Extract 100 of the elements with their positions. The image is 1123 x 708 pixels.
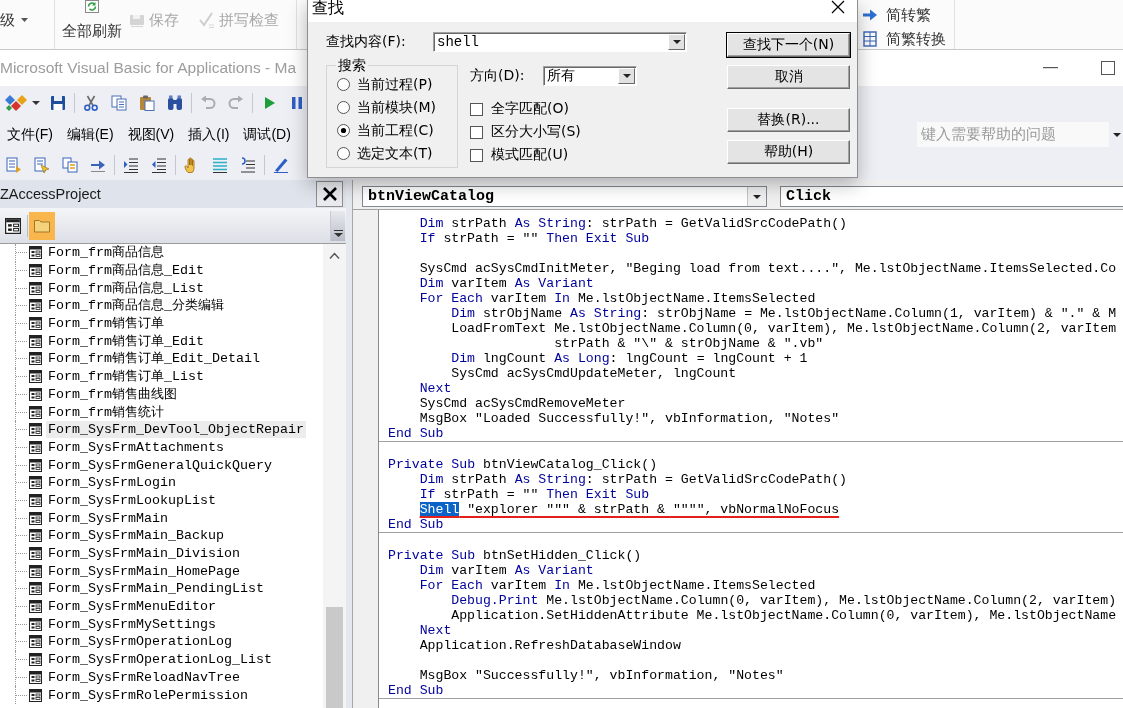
tree-item[interactable]: Form_frm销售订单_List	[46, 368, 206, 386]
radio-option[interactable]: 选定文本(T)	[337, 142, 457, 165]
list-pointer-icon[interactable]	[34, 157, 50, 173]
code-line: Shell "explorer """ & strPath & """", vbNormalNoFocus	[419, 502, 840, 517]
caret-icon[interactable]	[31, 100, 40, 105]
indent-icon[interactable]	[123, 157, 139, 173]
refresh-all-button[interactable]: 全部刷新	[61, 0, 123, 40]
tree-item[interactable]: Form_frm商品信息_List	[46, 279, 206, 297]
convert-button[interactable]: 简繁转换	[862, 30, 946, 48]
tree-item[interactable]: Form_SysFrmMain_HomePage	[46, 562, 242, 580]
ribbon-dropdown[interactable]: 级	[0, 11, 28, 29]
form-icon	[29, 582, 42, 596]
procedure-combobox[interactable]: Click	[780, 186, 1123, 207]
tree-item[interactable]: Form_SysFrmRolePermission	[46, 686, 250, 704]
menu-item[interactable]: 视图(V)	[120, 122, 182, 147]
menu-item[interactable]: 编辑(E)	[59, 122, 121, 147]
code-line: Application.RefreshDatabaseWindow	[419, 638, 681, 653]
caret-icon	[21, 18, 28, 22]
tree-item[interactable]: Form_SysFrmMySettings	[46, 615, 218, 633]
code-line: Dim varItem As Variant	[419, 276, 594, 291]
code-line: MsgBox "Loaded Successfully!", vbInformation, "Notes"	[419, 411, 840, 426]
dialog-button[interactable]: 查找下一个(N)	[727, 33, 850, 57]
radio-icon[interactable]	[337, 124, 350, 137]
close-icon[interactable]	[831, 0, 845, 14]
maximize-icon[interactable]	[1101, 61, 1115, 75]
menu-item[interactable]: 插入(I)	[181, 122, 237, 147]
scroll-up-icon[interactable]	[329, 252, 340, 259]
tree-item[interactable]: Form_frm商品信息_Edit	[46, 262, 206, 280]
caret-icon[interactable]	[1113, 132, 1121, 137]
radio-option[interactable]: 当前过程(P)	[337, 73, 457, 96]
close-button[interactable]	[316, 181, 343, 207]
toggle-folders-button[interactable]	[29, 211, 55, 240]
checkbox-option[interactable]: 模式匹配(U)	[470, 144, 637, 166]
save-icon[interactable]	[50, 94, 66, 111]
form-icon	[29, 317, 42, 331]
tree-item[interactable]: Form_frm商品信息	[46, 244, 166, 262]
checkbox-icon[interactable]	[470, 125, 483, 139]
clipboard-icon[interactable]	[139, 94, 155, 111]
tree-item[interactable]: Form_frm销售订单_Edit	[46, 332, 206, 350]
convert-button[interactable]: 简转繁	[862, 6, 946, 24]
checkbox-option[interactable]: 全字匹配(O)	[470, 98, 637, 120]
pause-icon[interactable]	[289, 94, 305, 111]
tree-item[interactable]: Form_SysFrm_DevTool_ObjectRepair	[46, 421, 306, 439]
pen-icon[interactable]	[273, 157, 289, 173]
dropdown-button[interactable]	[747, 187, 766, 206]
toolbar-overflow-button[interactable]	[330, 210, 345, 241]
tree-item[interactable]: Form_frm商品信息_分类编辑	[46, 297, 226, 315]
dialog-button[interactable]: 替换(R)...	[727, 108, 850, 132]
minimize-icon[interactable]	[1043, 67, 1058, 69]
radio-icon[interactable]	[337, 101, 350, 114]
find-combobox[interactable]: shell	[433, 32, 687, 52]
code-line: Debug.Print Me.lstObjectName.Column(0, varItem), Me.lstObjectName.Column(2, varItem)	[451, 593, 1117, 608]
outdent-icon[interactable]	[151, 157, 167, 173]
object-combobox[interactable]: btnViewCatalog	[362, 186, 767, 207]
scissors-icon[interactable]	[83, 94, 99, 111]
shapes-icon[interactable]	[4, 94, 27, 111]
field-label: 方向(D):	[470, 67, 525, 83]
group-label: 搜索	[337, 57, 367, 73]
binoculars-icon[interactable]	[167, 94, 183, 111]
tree-item[interactable]: Form_SysFrmMain_Backup	[46, 527, 226, 545]
tree-item[interactable]: Form_frm销售统计	[46, 403, 166, 421]
scrollbar[interactable]	[323, 244, 346, 708]
tree-item[interactable]: Form_SysFrmOperationLog_List	[46, 651, 274, 669]
menu-item[interactable]: 调试(D)	[236, 122, 298, 147]
form-icon	[29, 617, 42, 631]
tree-item[interactable]: Form_SysFrmOperationLog	[46, 633, 234, 651]
form-icon	[29, 493, 42, 507]
form-icon	[29, 264, 42, 278]
tree-item[interactable]: Form_frm销售订单	[46, 315, 166, 333]
dialog-button[interactable]: 帮助(H)	[727, 140, 850, 164]
tree-item[interactable]: Form_SysFrmMenuEditor	[46, 598, 218, 616]
tree-item[interactable]: Form_frm销售曲线图	[46, 385, 179, 403]
direction-combobox[interactable]: 所有	[543, 66, 637, 86]
lines-arrow-icon[interactable]	[240, 157, 256, 173]
checkbox-icon[interactable]	[470, 148, 483, 162]
panel-title: ZAccessProject	[0, 186, 101, 202]
code-line: End Sub	[388, 517, 444, 532]
tree-item[interactable]: Form_SysFrmMain_PendingList	[46, 580, 266, 598]
menu-item[interactable]: 文件(F)	[0, 122, 60, 147]
tree-item[interactable]: Form_SysFrmReloadNavTree	[46, 668, 242, 686]
tree-item[interactable]: Form_SysFrmMain	[46, 509, 170, 527]
copy-icon[interactable]	[111, 94, 127, 111]
tree-item[interactable]: Form_SysFrmLookupList	[46, 491, 218, 509]
dialog-button[interactable]: 取消	[727, 65, 850, 89]
checkbox-icon[interactable]	[470, 102, 483, 116]
tree-item[interactable]: Form_SysFrmMain_Division	[46, 545, 242, 563]
radio-option[interactable]: 当前工程(C)	[337, 119, 457, 142]
tree-item[interactable]: Form_frm销售订单_Edit_Detail	[46, 350, 262, 368]
scrollbar-thumb[interactable]	[326, 607, 343, 708]
radio-option[interactable]: 当前模块(M)	[337, 96, 457, 119]
pages-icon[interactable]	[62, 157, 78, 173]
form-icon	[29, 476, 42, 490]
tree-item[interactable]: Form_SysFrmAttachments	[46, 438, 226, 456]
form-icon	[29, 600, 42, 614]
lines-icon[interactable]	[212, 157, 228, 173]
tree-item[interactable]: Form_SysFrmLogin	[46, 474, 178, 492]
radio-icon[interactable]	[337, 78, 350, 91]
radio-icon[interactable]	[337, 147, 350, 160]
tree-item[interactable]: Form_SysFrmGeneralQuickQuery	[46, 456, 274, 474]
checkbox-option[interactable]: 区分大小写(S)	[470, 121, 637, 143]
